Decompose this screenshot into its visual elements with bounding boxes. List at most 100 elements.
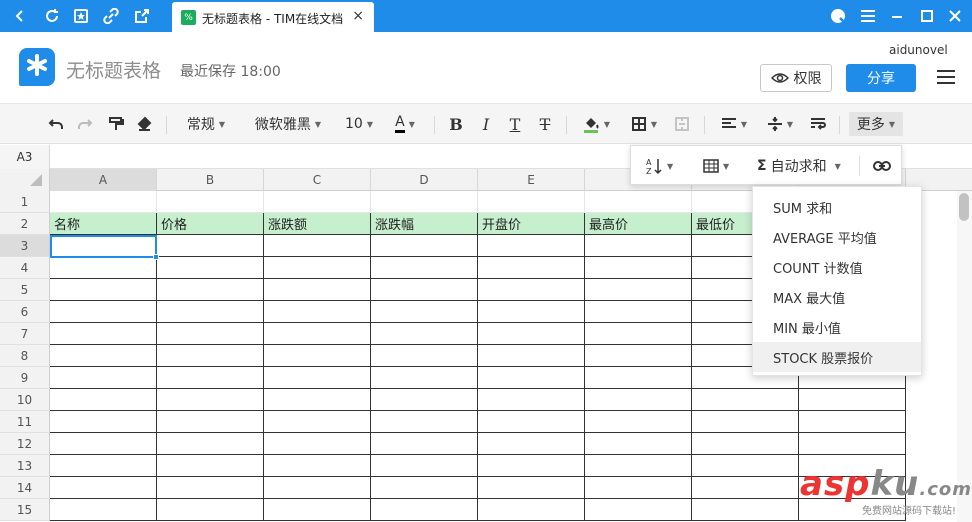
table-cell[interactable] [50,455,157,477]
table-cell[interactable] [157,477,264,499]
row-header[interactable]: 4 [0,257,50,279]
row-header[interactable]: 15 [0,499,50,521]
table-cell[interactable] [264,301,371,323]
bookmark-star-icon[interactable] [71,6,91,26]
strikethrough-button[interactable]: T [535,112,555,136]
table-cell[interactable] [50,499,157,521]
table-cell[interactable] [478,235,585,257]
menu-icon[interactable] [858,6,878,26]
table-cell[interactable] [585,323,692,345]
table-cell[interactable]: 价格 [157,213,264,235]
row-header[interactable]: 12 [0,433,50,455]
table-cell[interactable] [585,367,692,389]
table-cell[interactable] [478,279,585,301]
table-cell[interactable] [264,411,371,433]
table-cell[interactable] [264,477,371,499]
table-cell[interactable] [157,455,264,477]
table-cell[interactable] [157,323,264,345]
table-cell[interactable]: 涨跌额 [264,213,371,235]
table-cell[interactable] [264,323,371,345]
table-cell[interactable] [157,279,264,301]
table-cell[interactable] [371,499,478,521]
align-horizontal-button[interactable]: ▼ [716,112,752,136]
undo-icon[interactable] [46,112,66,136]
autosum-button[interactable]: Σ 自动求和 ▼ [757,154,849,178]
table-cell[interactable] [50,257,157,279]
column-header[interactable]: B [157,169,264,191]
table-cell[interactable]: 名称 [50,213,157,235]
row-header[interactable]: 2 [0,213,50,235]
row-header[interactable]: 11 [0,411,50,433]
more-button[interactable]: 更多 ▼ [849,112,903,136]
table-cell[interactable] [799,389,906,411]
app-logo-icon[interactable] [19,48,55,86]
table-cell[interactable] [478,301,585,323]
table-cell[interactable] [50,411,157,433]
table-cell[interactable] [371,411,478,433]
table-cell[interactable] [157,301,264,323]
table-cell[interactable] [157,389,264,411]
table-cell[interactable] [692,411,799,433]
table-cell[interactable] [264,279,371,301]
table-cell[interactable] [50,191,157,213]
table-cell[interactable] [371,301,478,323]
format-painter-icon[interactable] [106,112,126,136]
table-cell[interactable] [478,455,585,477]
table-cell[interactable] [585,389,692,411]
share-button[interactable]: 分享 [846,64,916,92]
table-cell[interactable] [585,257,692,279]
document-title[interactable]: 无标题表格 [66,56,161,83]
table-cell[interactable] [692,389,799,411]
table-cell[interactable] [50,477,157,499]
table-cell[interactable] [50,323,157,345]
table-cell[interactable] [692,455,799,477]
fill-handle[interactable] [153,254,159,260]
table-cell[interactable] [157,191,264,213]
table-cell[interactable] [157,411,264,433]
table-cell[interactable] [264,235,371,257]
menu-item-min[interactable]: MIN 最小值 [753,312,921,342]
menu-item-count[interactable]: COUNT 计数值 [753,252,921,282]
table-cell[interactable] [371,235,478,257]
menu-item-stock[interactable]: STOCK 股票报价 [753,342,921,372]
row-header[interactable]: 9 [0,367,50,389]
table-cell[interactable] [157,433,264,455]
column-header[interactable]: D [371,169,478,191]
row-header[interactable]: 10 [0,389,50,411]
number-format-dropdown[interactable]: 常规 ▼ [180,112,232,136]
align-vertical-button[interactable]: ▼ [762,112,798,136]
table-cell[interactable] [692,433,799,455]
hyperlink-icon[interactable] [873,154,893,178]
scrollbar-thumb[interactable] [959,193,969,221]
table-cell[interactable] [371,477,478,499]
font-family-dropdown[interactable]: 微软雅黑 ▼ [248,112,328,136]
table-cell[interactable] [264,389,371,411]
minimize-icon[interactable] [887,6,907,26]
table-cell[interactable] [478,499,585,521]
table-cell[interactable] [478,389,585,411]
table-cell[interactable] [157,499,264,521]
table-cell[interactable] [264,367,371,389]
table-cell[interactable] [585,477,692,499]
search-app-icon[interactable] [828,6,848,26]
row-header[interactable]: 14 [0,477,50,499]
table-cell[interactable]: 涨跌幅 [371,213,478,235]
close-icon[interactable] [945,6,965,26]
table-cell[interactable] [799,411,906,433]
table-cell[interactable] [50,367,157,389]
table-cell[interactable] [478,257,585,279]
redo-icon[interactable] [75,112,95,136]
table-cell[interactable] [585,499,692,521]
table-cell[interactable] [585,411,692,433]
formula-input[interactable] [51,145,631,169]
table-cell[interactable] [50,345,157,367]
table-cell[interactable] [371,367,478,389]
table-cell[interactable] [585,433,692,455]
table-cell[interactable] [692,477,799,499]
table-cell[interactable] [157,345,264,367]
table-style-button[interactable]: ▼ [703,154,739,178]
column-header[interactable]: A [50,169,157,191]
table-cell[interactable] [478,433,585,455]
sort-button[interactable]: AZ ▼ [645,154,685,178]
table-cell[interactable] [157,257,264,279]
